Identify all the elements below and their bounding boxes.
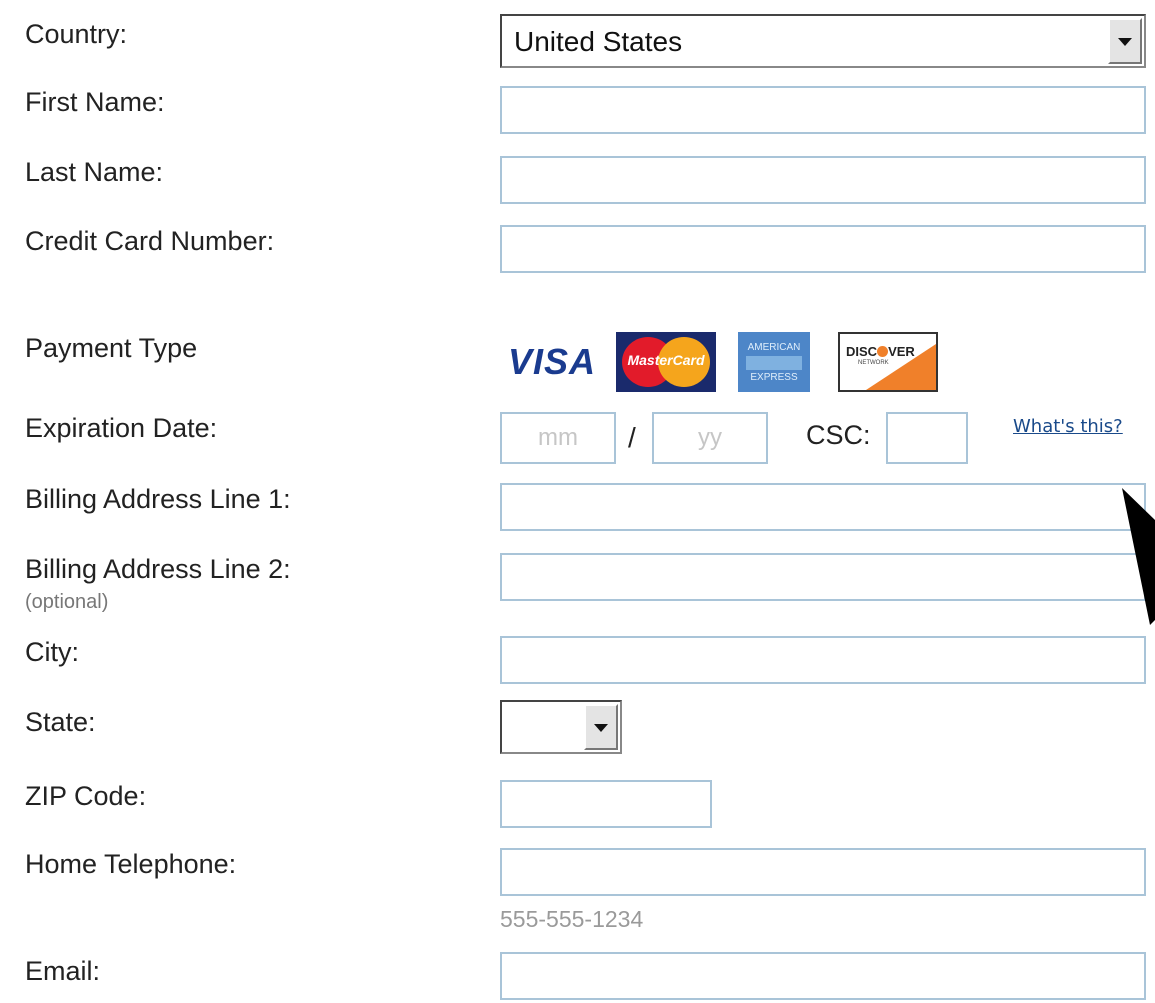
visa-logo-text: VISA [508, 341, 597, 382]
mouse-pointer-icon [1122, 488, 1155, 625]
discover-logo-text: DISC VER [846, 344, 915, 359]
country-dropdown-button[interactable] [1108, 18, 1142, 64]
state-dropdown-button[interactable] [584, 704, 618, 750]
discover-sub-text: NETWORK [858, 360, 889, 366]
address2-label: Billing Address Line 2: [25, 554, 291, 584]
expiration-year-field[interactable] [652, 412, 768, 464]
phone-label: Home Telephone: [25, 849, 237, 879]
discover-logo[interactable]: DISC VER NETWORK [838, 332, 938, 392]
amex-band [746, 356, 802, 370]
city-label: City: [25, 637, 79, 667]
first-name-label: First Name: [25, 87, 165, 117]
discover-text-start: DISC [846, 344, 878, 359]
amex-logo-bottom-text: EXPRESS [750, 372, 798, 383]
chevron-down-icon [1118, 38, 1132, 46]
email-label: Email: [25, 956, 101, 986]
amex-logo-top-text: AMERICAN [747, 342, 801, 353]
first-name-field[interactable] [500, 86, 1146, 134]
mastercard-logo[interactable]: MasterCard [616, 332, 716, 392]
state-select[interactable] [500, 700, 622, 754]
country-select[interactable]: United States [500, 14, 1146, 68]
payment-type-label: Payment Type [25, 333, 198, 363]
discover-dot-icon [877, 346, 889, 357]
country-label: Country: [25, 19, 128, 49]
visa-logo[interactable]: VISA [508, 332, 603, 392]
chevron-down-icon [594, 724, 608, 732]
zip-field[interactable] [500, 780, 712, 828]
card-number-label: Credit Card Number: [25, 226, 275, 256]
zip-label: ZIP Code: [25, 781, 147, 811]
discover-text-end: VER [888, 344, 915, 359]
expiration-label: Expiration Date: [25, 413, 218, 443]
country-selected-value: United States [514, 26, 683, 57]
last-name-field[interactable] [500, 156, 1146, 204]
csc-field[interactable] [886, 412, 968, 464]
address2-field[interactable] [500, 553, 1146, 601]
card-number-field[interactable] [500, 225, 1146, 273]
state-label: State: [25, 707, 96, 737]
expiration-month-field[interactable] [500, 412, 616, 464]
city-field[interactable] [500, 636, 1146, 684]
last-name-label: Last Name: [25, 157, 164, 187]
mastercard-logo-text: MasterCard [627, 352, 705, 368]
address2-optional-note: (optional) [25, 591, 109, 613]
csc-label: CSC: [806, 420, 871, 450]
phone-format-hint: 555-555-1234 [500, 906, 644, 932]
email-field[interactable] [500, 952, 1146, 1000]
address1-field[interactable] [500, 483, 1146, 531]
expiration-separator: / [628, 422, 636, 453]
phone-field[interactable] [500, 848, 1146, 896]
whats-this-link[interactable]: What's this? [1013, 416, 1123, 437]
amex-logo[interactable]: AMERICAN EXPRESS [738, 332, 810, 392]
address1-label: Billing Address Line 1: [25, 484, 291, 514]
